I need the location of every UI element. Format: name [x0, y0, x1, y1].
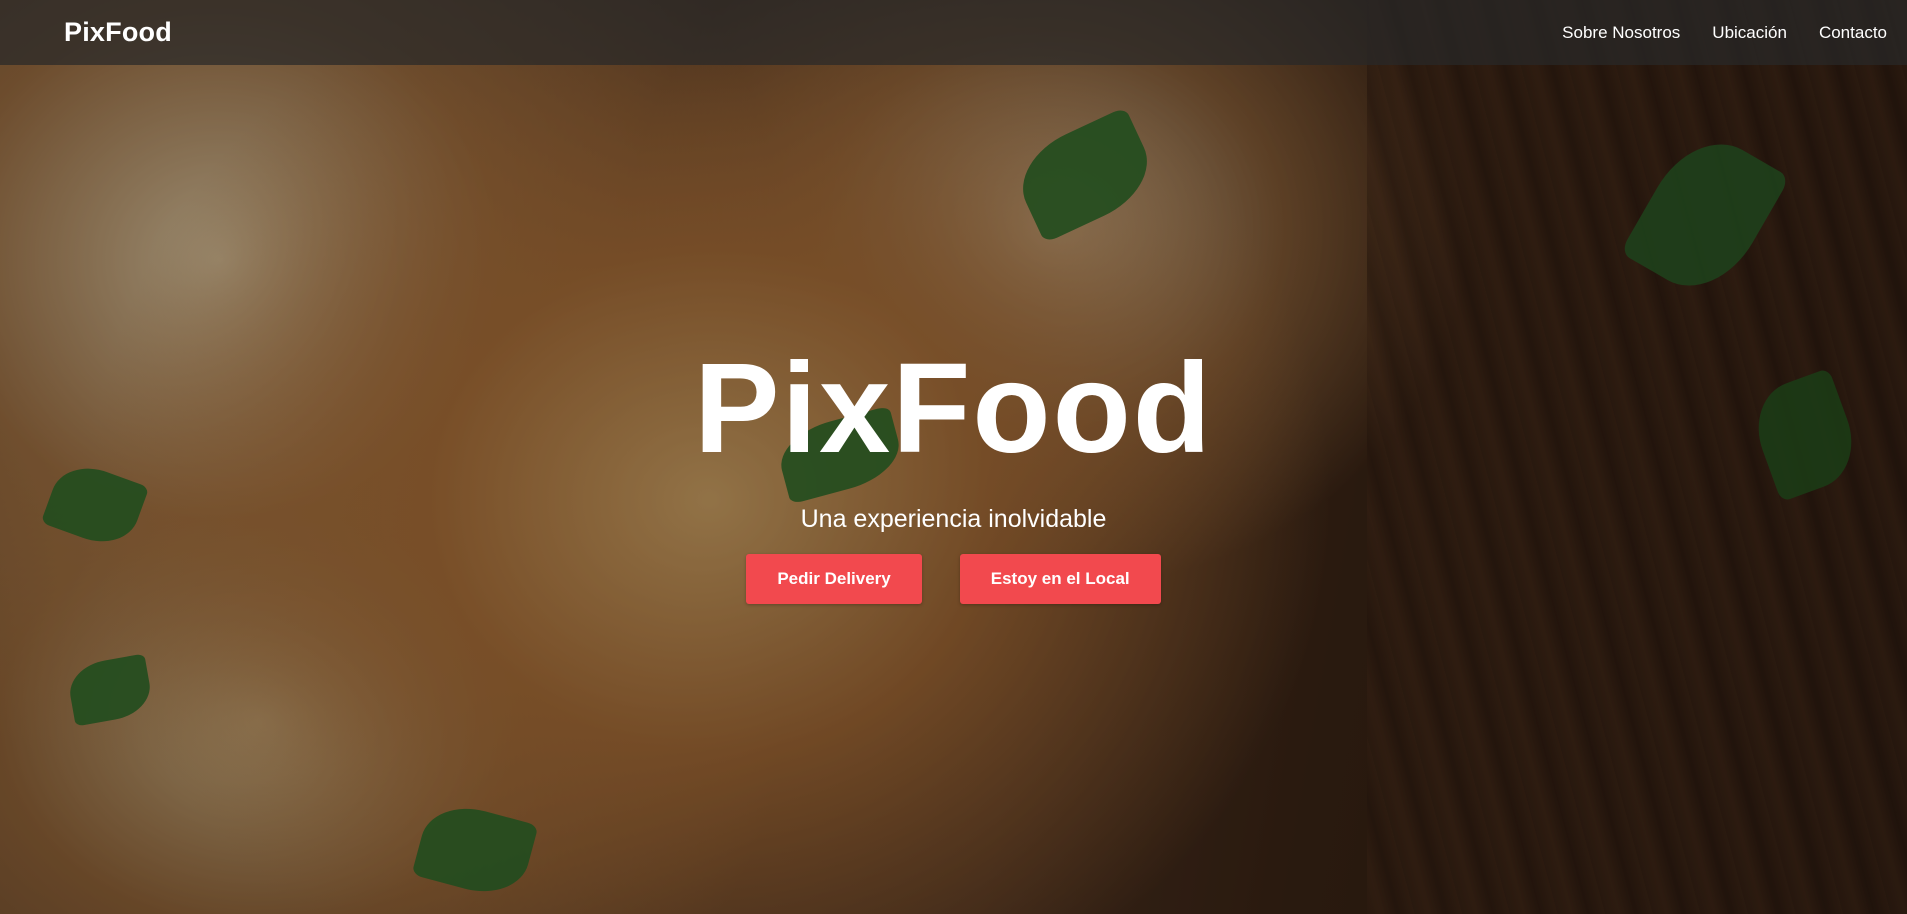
top-navbar: PixFood Sobre Nosotros Ubicación Contact… — [0, 0, 1907, 65]
hero-subtitle: Una experiencia inolvidable — [800, 505, 1107, 533]
hero-title: PixFood — [694, 337, 1213, 480]
nav-link-ubicacion[interactable]: Ubicación — [1712, 23, 1787, 43]
brand-logo-link[interactable]: PixFood — [64, 17, 172, 48]
nav-link-contacto[interactable]: Contacto — [1819, 23, 1887, 43]
main-nav: Sobre Nosotros Ubicación Contacto — [1562, 23, 1887, 43]
hero-section: PixFood Sobre Nosotros Ubicación Contact… — [0, 0, 1907, 914]
estoy-en-el-local-button[interactable]: Estoy en el Local — [959, 554, 1161, 604]
pedir-delivery-button[interactable]: Pedir Delivery — [746, 554, 922, 604]
hero-actions: Pedir Delivery Estoy en el Local — [0, 554, 1907, 604]
hero-content: PixFood Una experiencia inolvidable Pedi… — [0, 345, 1907, 604]
nav-link-sobre-nosotros[interactable]: Sobre Nosotros — [1562, 23, 1680, 43]
